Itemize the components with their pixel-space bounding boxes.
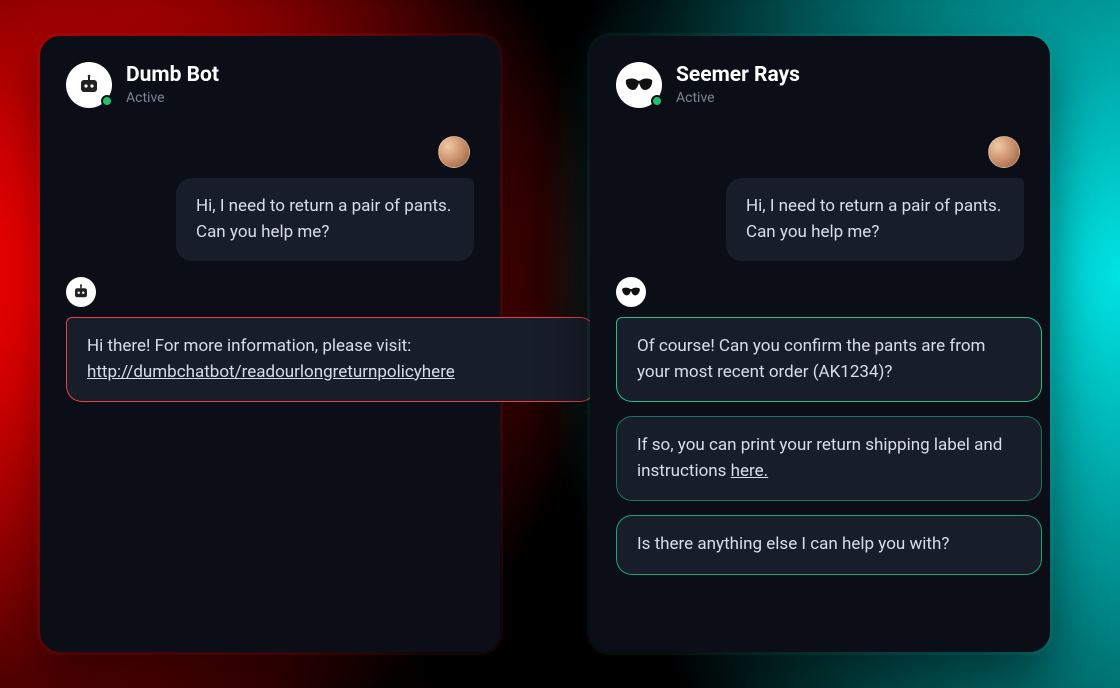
chat-card-seemer-rays: Seemer Rays Active Hi, I need to return … (590, 36, 1050, 652)
chat-status: Active (126, 90, 219, 106)
user-message: Hi, I need to return a pair of pants. Ca… (176, 178, 474, 261)
shipping-label-link[interactable]: here. (731, 461, 768, 481)
chat-title-block: Seemer Rays Active (676, 64, 800, 105)
chat-header: Seemer Rays Active (616, 62, 1024, 108)
sunglasses-icon (621, 287, 641, 297)
robot-icon (77, 73, 101, 97)
bot-reply: Hi there! For more information, please v… (66, 317, 596, 402)
user-message: Hi, I need to return a pair of pants. Ca… (726, 178, 1024, 261)
presence-dot (101, 95, 113, 107)
user-avatar (438, 136, 470, 168)
bot-avatar-small (66, 277, 96, 307)
presence-dot (651, 95, 663, 107)
bot-reply-text: Hi there! For more information, please v… (87, 336, 411, 356)
cards-row: Dumb Bot Active Hi, I need to return a p… (0, 0, 1120, 652)
chat-title: Seemer Rays (676, 64, 800, 87)
user-avatar (988, 136, 1020, 168)
sunglasses-icon (624, 78, 654, 92)
bot-avatar (616, 62, 662, 108)
return-policy-link[interactable]: http://dumbchatbot/readourlongreturnpoli… (87, 362, 455, 382)
chat-header: Dumb Bot Active (66, 62, 474, 108)
bot-avatar (66, 62, 112, 108)
bot-reply-2: If so, you can print your return shippin… (616, 416, 1042, 501)
bot-reply-3: Is there anything else I can help you wi… (616, 515, 1042, 575)
bot-reply-2-text: If so, you can print your return shippin… (637, 435, 1002, 481)
user-avatar-row (616, 108, 1024, 168)
chat-title: Dumb Bot (126, 64, 219, 87)
user-avatar-row (66, 108, 474, 168)
bot-reply-1: Of course! Can you confirm the pants are… (616, 317, 1042, 402)
robot-icon (72, 283, 90, 301)
chat-title-block: Dumb Bot Active (126, 64, 219, 105)
chat-status: Active (676, 90, 800, 106)
bot-avatar-small (616, 277, 646, 307)
chat-card-dumb-bot: Dumb Bot Active Hi, I need to return a p… (40, 36, 500, 652)
